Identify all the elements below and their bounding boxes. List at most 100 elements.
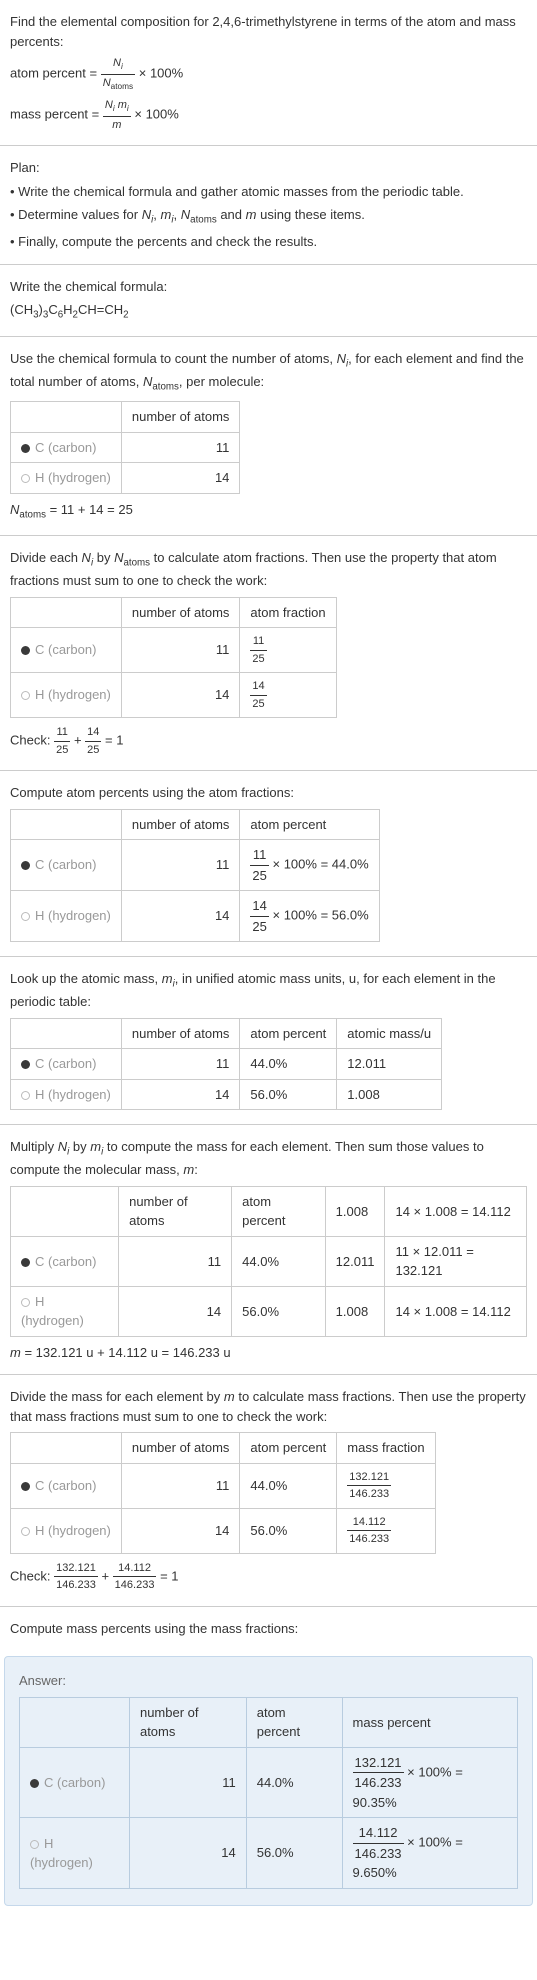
fraction-cell: 132.121146.233 — [337, 1463, 435, 1508]
col-header: atom percent — [240, 1018, 337, 1049]
mass-lookup-text: Look up the atomic mass, mi, in unified … — [10, 969, 527, 1012]
answer-title: Answer: — [19, 1671, 518, 1691]
element-cell: C (carbon) — [11, 1236, 119, 1286]
massfrac-section: Divide the mass for each element by m to… — [0, 1375, 537, 1607]
value-cell: 44.0% — [240, 1049, 337, 1080]
table-row: C (carbon) 11 1125 × 100% = 44.0% — [11, 840, 380, 891]
fraction: Ni mi m — [103, 97, 131, 133]
col-header: atom percent — [232, 1186, 326, 1236]
massmult-section: Multiply Ni by mi to compute the mass fo… — [0, 1125, 537, 1375]
fraction: Ni Natoms — [101, 55, 135, 93]
calc-cell: 1425 × 100% = 56.0% — [240, 891, 379, 942]
plan-bullet: • Determine values for Ni, mi, Natoms an… — [10, 205, 527, 228]
count-section: Use the chemical formula to count the nu… — [0, 337, 537, 536]
element-cell: C (carbon) — [20, 1747, 130, 1818]
element-cell: H (hydrogen) — [11, 1286, 119, 1336]
element-cell: H (hydrogen) — [11, 1079, 122, 1110]
carbon-dot-icon — [21, 646, 30, 655]
col-header: number of atoms — [121, 1018, 240, 1049]
col-header: number of atoms — [121, 809, 240, 840]
carbon-dot-icon — [21, 1482, 30, 1491]
col-header: 1.008 — [325, 1186, 385, 1236]
col-header: atomic mass/u — [337, 1018, 442, 1049]
value-cell: 14 — [121, 463, 240, 494]
count-text: Use the chemical formula to count the nu… — [10, 349, 527, 395]
natoms-eq: Natoms = 11 + 14 = 25 — [10, 500, 527, 523]
intro-section: Find the elemental composition for 2,4,6… — [0, 0, 537, 146]
table-row: H (hydrogen) 14 1425 — [11, 673, 337, 718]
carbon-dot-icon — [30, 1779, 39, 1788]
value-cell: 11 — [121, 432, 240, 463]
value-cell: 12.011 — [337, 1049, 442, 1080]
table-row: H (hydrogen) 14 1425 × 100% = 56.0% — [11, 891, 380, 942]
table-row: C (carbon) 11 44.0% 132.121146.233 × 100… — [20, 1747, 518, 1818]
value-cell: 14 × 1.008 = 14.112 — [385, 1286, 527, 1336]
mass-percent-eq: mass percent = Ni mi m × 100% — [10, 97, 527, 133]
value-cell: 14 — [121, 1079, 240, 1110]
hydrogen-dot-icon — [21, 1527, 30, 1536]
value-cell: 14 — [121, 891, 240, 942]
check-eq: Check: 132.121146.233 + 14.112146.233 = … — [10, 1560, 527, 1594]
element-cell: H (hydrogen) — [11, 463, 122, 494]
intro-text: Find the elemental composition for 2,4,6… — [10, 12, 527, 51]
carbon-dot-icon — [21, 444, 30, 453]
col-header: number of atoms — [121, 597, 240, 628]
value-cell: 14 — [129, 1818, 246, 1889]
fraction-cell: 1425 — [240, 673, 336, 718]
atoms-table: number of atoms C (carbon) 11 H (hydroge… — [10, 401, 240, 494]
calc-cell: 1125 × 100% = 44.0% — [240, 840, 379, 891]
col-header: mass fraction — [337, 1433, 435, 1464]
element-cell: H (hydrogen) — [11, 891, 122, 942]
value-cell: 11 — [129, 1747, 246, 1818]
plan-bullet: • Write the chemical formula and gather … — [10, 182, 527, 202]
atomfrac-section: Divide each Ni by Natoms to calculate at… — [0, 536, 537, 771]
hydrogen-dot-icon — [21, 1091, 30, 1100]
value-cell: 14 — [121, 673, 240, 718]
element-cell: C (carbon) — [11, 840, 122, 891]
table-row: H (hydrogen) 14 56.0% 14.112146.233 × 10… — [20, 1818, 518, 1889]
table-row: C (carbon) 11 44.0% 12.011 11 × 12.011 =… — [11, 1236, 527, 1286]
table-row: C (carbon) 11 44.0% 12.011 — [11, 1049, 442, 1080]
carbon-dot-icon — [21, 1060, 30, 1069]
mass-lookup-table: number of atomsatom percentatomic mass/u… — [10, 1018, 442, 1111]
hydrogen-dot-icon — [21, 474, 30, 483]
table-row: H (hydrogen) 14 56.0% 1.008 14 × 1.008 =… — [11, 1286, 527, 1336]
table-row: C (carbon) 11 — [11, 432, 240, 463]
col-header: number of atoms — [119, 1186, 232, 1236]
atompct-section: Compute atom percents using the atom fra… — [0, 771, 537, 957]
element-cell: C (carbon) — [11, 1049, 122, 1080]
element-cell: C (carbon) — [11, 628, 122, 673]
massfrac-table: number of atomsatom percentmass fraction… — [10, 1432, 436, 1554]
atomfrac-text: Divide each Ni by Natoms to calculate at… — [10, 548, 527, 591]
col-header: mass percent — [342, 1697, 517, 1747]
hydrogen-dot-icon — [30, 1840, 39, 1849]
masspct-title: Compute mass percents using the mass fra… — [10, 1619, 527, 1639]
value-cell: 14 — [119, 1286, 232, 1336]
value-cell: 11 — [121, 840, 240, 891]
col-header: atom percent — [240, 1433, 337, 1464]
answer-table: number of atomsatom percentmass percent … — [19, 1697, 518, 1889]
molecular-mass-eq: m = 132.121 u + 14.112 u = 146.233 u — [10, 1343, 527, 1363]
element-cell: C (carbon) — [11, 1463, 122, 1508]
element-cell: C (carbon) — [11, 432, 122, 463]
value-cell: 56.0% — [240, 1508, 337, 1553]
col-header: 14 × 1.008 = 14.112 — [385, 1186, 527, 1236]
col-header: number of atoms — [121, 1433, 240, 1464]
hydrogen-dot-icon — [21, 1298, 30, 1307]
carbon-dot-icon — [21, 1258, 30, 1267]
value-cell: 56.0% — [240, 1079, 337, 1110]
massmult-table: number of atomsatom percent1.00814 × 1.0… — [10, 1186, 527, 1337]
plan-title: Plan: — [10, 158, 527, 178]
value-cell: 56.0% — [246, 1818, 342, 1889]
plan-bullet: • Finally, compute the percents and chec… — [10, 232, 527, 252]
value-cell: 11 × 12.011 = 132.121 — [385, 1236, 527, 1286]
value-cell: 11 — [119, 1236, 232, 1286]
col-header: number of atoms — [121, 402, 240, 433]
hydrogen-dot-icon — [21, 691, 30, 700]
value-cell: 14 — [121, 1508, 240, 1553]
massfrac-text: Divide the mass for each element by m to… — [10, 1387, 527, 1426]
value-cell: 56.0% — [232, 1286, 326, 1336]
calc-cell: 132.121146.233 × 100% = 90.35% — [342, 1747, 517, 1818]
value-cell: 11 — [121, 628, 240, 673]
atompct-table: number of atomsatom percent C (carbon) 1… — [10, 809, 380, 943]
